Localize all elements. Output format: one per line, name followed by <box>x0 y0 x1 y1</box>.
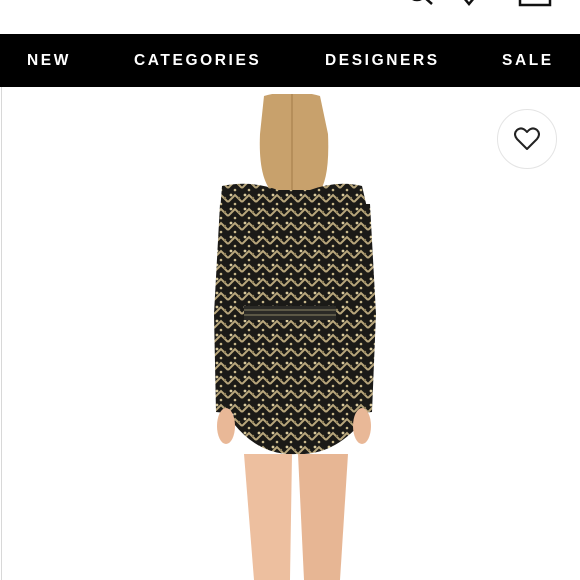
nav-item-designers[interactable]: DESIGNERS <box>325 34 440 87</box>
shopping-bag-icon[interactable] <box>518 0 554 10</box>
nav-item-new[interactable]: NEW <box>27 34 71 87</box>
header-bar <box>0 0 580 34</box>
nav-item-sale[interactable]: SALE <box>502 34 554 87</box>
menu-icon[interactable] <box>18 0 46 6</box>
heart-icon <box>514 127 540 150</box>
product-image[interactable] <box>200 94 390 580</box>
main-nav: NEW CATEGORIES DESIGNERS SALE <box>0 34 580 87</box>
heart-icon[interactable] <box>457 0 483 10</box>
nav-item-categories[interactable]: CATEGORIES <box>134 34 261 87</box>
search-icon[interactable] <box>405 0 437 8</box>
wishlist-button[interactable] <box>497 109 557 169</box>
